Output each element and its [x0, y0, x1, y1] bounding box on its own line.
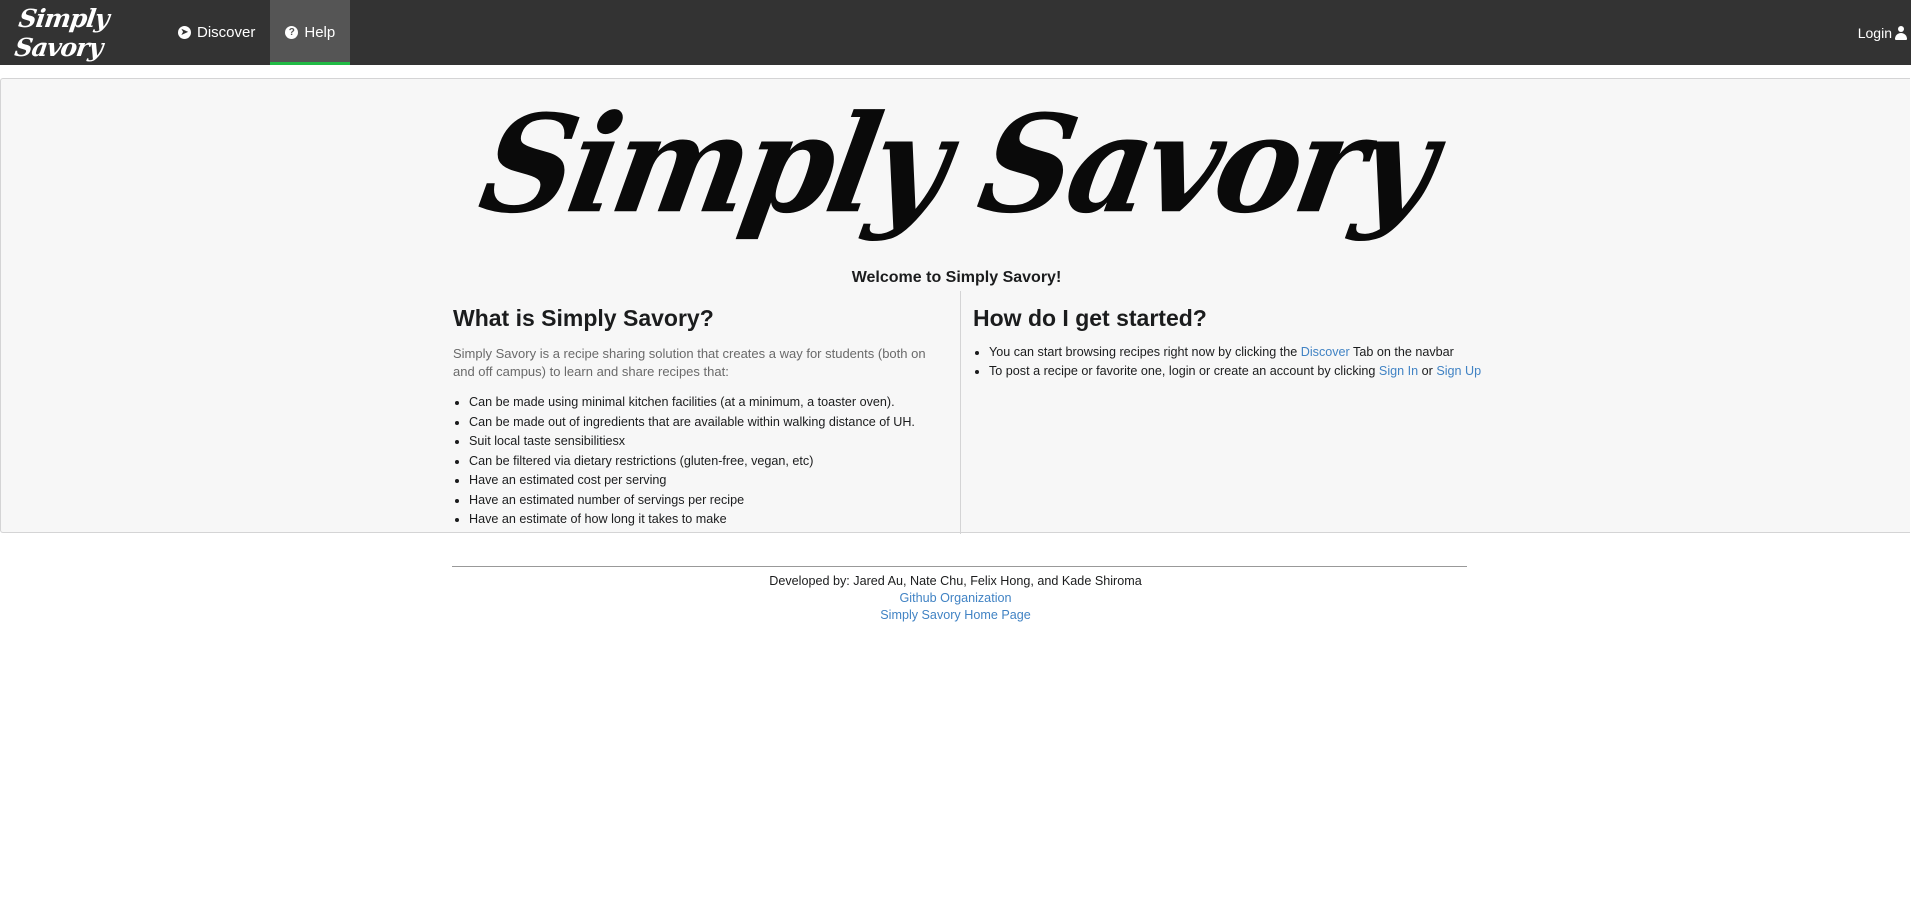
footer: Developed by: Jared Au, Nate Chu, Felix …	[0, 573, 1911, 624]
list-item: To post a recipe or favorite one, login …	[989, 362, 1493, 382]
compass-icon: ➤	[178, 26, 191, 39]
step-text: You can start browsing recipes right now…	[989, 344, 1301, 359]
what-is-column: What is Simply Savory? Simply Savory is …	[453, 305, 948, 530]
step-text: Tab on the navbar	[1349, 344, 1454, 359]
user-icon	[1894, 25, 1908, 40]
help-segment: Simply Savory Welcome to Simply Savory! …	[0, 78, 1910, 534]
list-item: Can be made out of ingredients that are …	[469, 413, 948, 433]
sign-in-link[interactable]: Sign In	[1379, 364, 1418, 378]
welcome-heading: Welcome to Simply Savory!	[851, 269, 1062, 286]
get-started-list: You can start browsing recipes right now…	[973, 343, 1493, 382]
column-divider	[960, 291, 961, 534]
question-circle-icon: ?	[285, 26, 299, 39]
step-text: To post a recipe or favorite one, login …	[989, 364, 1379, 379]
nav-discover-label: Discover	[197, 24, 256, 41]
footer-divider	[452, 566, 1467, 567]
github-link[interactable]: Github Organization	[899, 591, 1011, 605]
what-is-intro: Simply Savory is a recipe sharing soluti…	[453, 345, 926, 380]
list-item: Can be filtered via dietary restrictions…	[469, 452, 948, 472]
what-is-heading: What is Simply Savory?	[453, 305, 714, 331]
step-text: or	[1418, 364, 1437, 379]
brand-logo[interactable]: Simply Savory	[0, 0, 155, 65]
sign-up-link[interactable]: Sign Up	[1436, 364, 1481, 378]
home-page-link[interactable]: Simply Savory Home Page	[880, 608, 1031, 622]
nav-help-label: Help	[304, 24, 336, 41]
list-item: Suit local taste sensibilitiesx	[469, 432, 948, 452]
top-navbar: Simply Savory ➤ Discover ? Help Login	[0, 0, 1911, 65]
discover-link[interactable]: Discover	[1301, 345, 1350, 359]
list-item: Have an estimate of how long it takes to…	[469, 510, 948, 530]
hero-logo: Simply Savory	[469, 86, 1444, 244]
developers-credit: Developed by: Jared Au, Nate Chu, Felix …	[769, 574, 1142, 588]
get-started-column: How do I get started? You can start brow…	[973, 305, 1493, 382]
list-item: Can be made using minimal kitchen facili…	[469, 393, 948, 413]
list-item: Have an estimated number of servings per…	[469, 491, 948, 511]
login-button[interactable]: Login	[1858, 0, 1911, 65]
list-item: You can start browsing recipes right now…	[989, 343, 1493, 363]
list-item: Have an estimated cost per serving	[469, 471, 948, 491]
nav-discover[interactable]: ➤ Discover	[163, 0, 270, 65]
get-started-heading: How do I get started?	[973, 305, 1207, 331]
login-label: Login	[1857, 24, 1892, 41]
nav-help[interactable]: ? Help	[270, 0, 351, 65]
feature-list: Can be made using minimal kitchen facili…	[453, 393, 948, 530]
